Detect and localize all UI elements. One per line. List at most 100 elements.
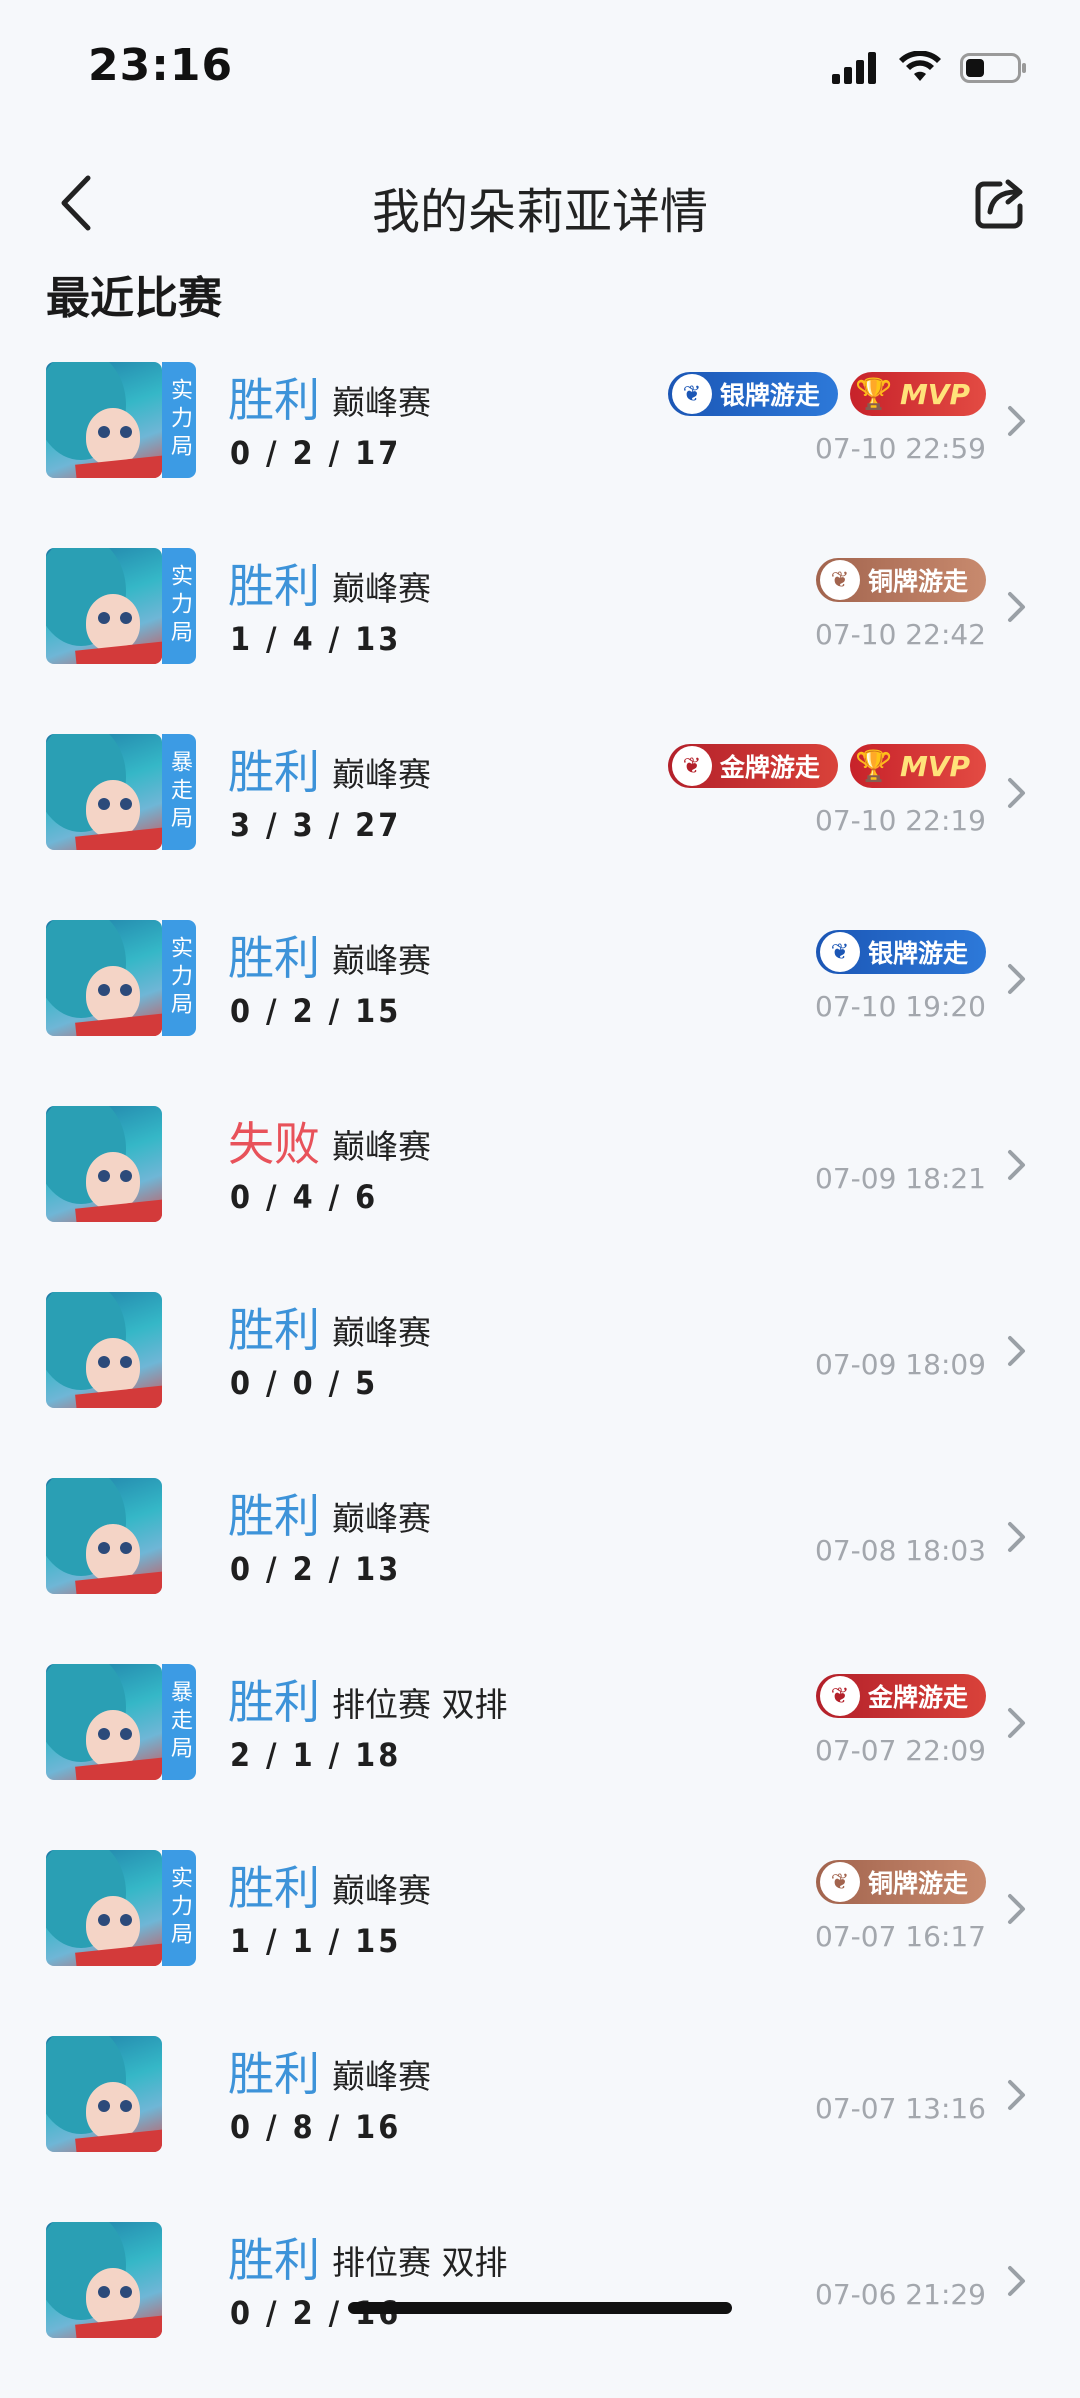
hero-avatar <box>46 2036 162 2152</box>
game-type-label: 巅峰赛 <box>332 1871 431 1910</box>
page-title: 我的朵莉亚详情 <box>371 184 708 240</box>
game-type-label: 巅峰赛 <box>332 1127 431 1166</box>
chevron-right-icon[interactable] <box>1006 1892 1028 1926</box>
match-date: 07-08 18:03 <box>815 1534 986 1567</box>
hero-avatar <box>46 1106 162 1222</box>
gold-support-badge: ❦ 金牌游走 <box>667 744 838 788</box>
game-type-label: 排位赛 双排 <box>332 2243 508 2282</box>
chevron-right-icon[interactable] <box>1006 962 1028 996</box>
wing-emblem-icon: ❦ <box>671 374 712 414</box>
chevron-right-icon[interactable] <box>1006 1706 1028 1740</box>
chevron-right-icon[interactable] <box>1006 2264 1028 2298</box>
match-row[interactable]: 实力局 胜利 巅峰赛 0 / 2 / 17 ❦ 银牌游走 🏆 MVP 07-10 22:59 <box>0 352 1080 538</box>
chevron-right-icon[interactable] <box>1006 776 1028 810</box>
kda-stats: 0 / 2 / 17 <box>230 434 402 472</box>
match-result: 胜利 <box>228 1861 320 1915</box>
chevron-right-icon[interactable] <box>1006 2078 1028 2112</box>
badge-group: ❦ 铜牌游走 <box>815 1860 986 1904</box>
badge-label: 金牌游走 <box>867 1683 968 1712</box>
hero-avatar <box>46 362 162 478</box>
kda-stats: 0 / 0 / 5 <box>230 1364 379 1402</box>
chevron-right-icon[interactable] <box>1006 1148 1028 1182</box>
match-result: 胜利 <box>228 373 320 427</box>
match-date: 07-10 22:59 <box>815 432 986 465</box>
mode-tag-badge: 实力局 <box>162 920 196 1036</box>
kda-stats: 3 / 3 / 27 <box>230 806 402 844</box>
match-row[interactable]: 暴走局 胜利 巅峰赛 3 / 3 / 27 ❦ 金牌游走 🏆 MVP 07-10 22:19 <box>0 724 1080 910</box>
mode-tag-badge: 实力局 <box>162 362 196 478</box>
match-row[interactable]: 胜利 巅峰赛 0 / 2 / 13 07-08 18:03 <box>0 1468 1080 1654</box>
mvp-badge: 🏆 MVP <box>849 372 986 416</box>
mode-tag-badge: 暴走局 <box>162 734 196 850</box>
match-row[interactable]: 暴走局 胜利 排位赛 双排 2 / 1 / 18 ❦ 金牌游走 07-07 22:09 <box>0 1654 1080 1840</box>
game-type-label: 排位赛 双排 <box>332 1685 508 1724</box>
chevron-right-icon[interactable] <box>1006 1520 1028 1554</box>
battery-icon <box>960 53 1026 83</box>
match-date: 07-06 21:29 <box>815 2278 986 2311</box>
hero-avatar <box>46 2222 162 2338</box>
mode-tag-badge: 实力局 <box>162 548 196 664</box>
match-row[interactable]: 实力局 胜利 巅峰赛 0 / 2 / 15 ❦ 银牌游走 07-10 19:20 <box>0 910 1080 1096</box>
section-title-recent-matches: 最近比赛 <box>46 273 222 324</box>
badge-group: ❦ 金牌游走 <box>815 1674 986 1718</box>
hero-avatar <box>46 1850 162 1966</box>
match-date: 07-09 18:21 <box>815 1162 986 1195</box>
match-date: 07-07 16:17 <box>815 1920 986 1953</box>
chevron-right-icon[interactable] <box>1006 1334 1028 1368</box>
match-date: 07-07 22:09 <box>815 1734 986 1767</box>
hero-avatar <box>46 1478 162 1594</box>
match-result: 胜利 <box>228 559 320 613</box>
match-row[interactable]: 实力局 胜利 巅峰赛 1 / 1 / 15 ❦ 铜牌游走 07-07 16:17 <box>0 1840 1080 2026</box>
status-icons <box>832 44 1028 92</box>
match-date: 07-07 13:16 <box>815 2092 986 2125</box>
badge-group: ❦ 金牌游走 🏆 MVP <box>667 744 986 788</box>
badge-label: 金牌游走 <box>719 753 820 782</box>
match-result: 胜利 <box>228 1303 320 1357</box>
trophy-icon: 🏆 <box>855 376 893 412</box>
mode-tag-badge: 实力局 <box>162 1850 196 1966</box>
match-row[interactable]: 胜利 巅峰赛 0 / 0 / 5 07-09 18:09 <box>0 1282 1080 1468</box>
kda-stats: 0 / 4 / 6 <box>230 1178 379 1216</box>
wing-emblem-icon: ❦ <box>819 1676 860 1716</box>
status-time: 23:16 <box>88 40 234 91</box>
hero-avatar <box>46 920 162 1036</box>
hero-avatar <box>46 1664 162 1780</box>
badge-group: ❦ 银牌游走 <box>815 930 986 974</box>
kda-stats: 1 / 1 / 15 <box>230 1922 402 1960</box>
cellular-signal-icon <box>832 52 876 84</box>
badge-label: 银牌游走 <box>719 381 820 410</box>
match-result: 胜利 <box>228 931 320 985</box>
match-date: 07-10 22:19 <box>815 804 986 837</box>
kda-stats: 0 / 2 / 13 <box>230 1550 402 1588</box>
badge-group: ❦ 银牌游走 🏆 MVP <box>667 372 986 416</box>
trophy-icon: 🏆 <box>855 748 893 784</box>
match-date: 07-10 19:20 <box>815 990 986 1023</box>
badge-group: ❦ 铜牌游走 <box>815 558 986 602</box>
match-date: 07-09 18:09 <box>815 1348 986 1381</box>
gold-support-badge: ❦ 金牌游走 <box>815 1674 986 1718</box>
wing-emblem-icon: ❦ <box>819 560 860 600</box>
badge-label: 铜牌游走 <box>867 1869 968 1898</box>
silver-support-badge: ❦ 银牌游走 <box>815 930 986 974</box>
wing-emblem-icon: ❦ <box>819 932 860 972</box>
match-result: 胜利 <box>228 1489 320 1543</box>
badge-label: MVP <box>899 377 970 411</box>
mode-tag-badge: 暴走局 <box>162 1664 196 1780</box>
game-type-label: 巅峰赛 <box>332 941 431 980</box>
hero-avatar <box>46 548 162 664</box>
home-indicator <box>348 2302 732 2314</box>
hero-avatar <box>46 734 162 850</box>
status-bar: 23:16 <box>0 0 1080 130</box>
bronze-support-badge: ❦ 铜牌游走 <box>815 558 986 602</box>
mvp-badge: 🏆 MVP <box>849 744 986 788</box>
game-type-label: 巅峰赛 <box>332 2057 431 2096</box>
share-icon[interactable] <box>972 176 1028 232</box>
chevron-right-icon[interactable] <box>1006 590 1028 624</box>
match-row[interactable]: 失败 巅峰赛 0 / 4 / 6 07-09 18:21 <box>0 1096 1080 1282</box>
match-result: 胜利 <box>228 1675 320 1729</box>
match-row[interactable]: 胜利 巅峰赛 0 / 8 / 16 07-07 13:16 <box>0 2026 1080 2212</box>
chevron-right-icon[interactable] <box>1006 404 1028 438</box>
match-row[interactable]: 实力局 胜利 巅峰赛 1 / 4 / 13 ❦ 铜牌游走 07-10 22:42 <box>0 538 1080 724</box>
wing-emblem-icon: ❦ <box>819 1862 860 1902</box>
badge-label: 铜牌游走 <box>867 567 968 596</box>
